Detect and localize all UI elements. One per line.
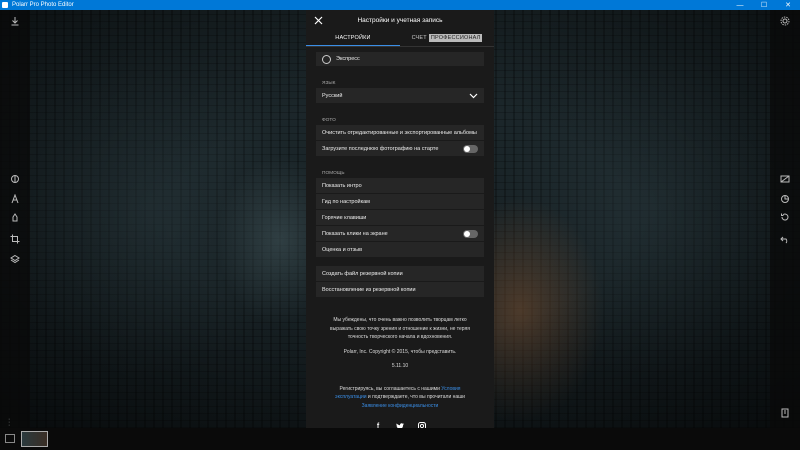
gallery-icon[interactable] [5, 434, 15, 443]
restore-backup-button[interactable]: Восстановление из резервной копии [316, 282, 484, 298]
window-title: Polarr Pro Photo Editor [12, 2, 74, 8]
right-toolbar [770, 10, 800, 428]
chevron-down-icon [468, 91, 478, 101]
photo-thumbnail[interactable] [21, 431, 48, 447]
close-window-button[interactable]: ✕ [776, 0, 800, 10]
maximize-button[interactable]: ☐ [752, 0, 776, 10]
load-last-photo-row: Загрузите последнюю фотографию на старте [316, 141, 484, 157]
more-options-icon[interactable]: · · · [8, 416, 12, 429]
close-icon[interactable] [312, 14, 324, 26]
settings-icon[interactable] [778, 14, 792, 28]
social-links: f [306, 422, 494, 428]
settings-panel: Настройки и учетная запись НАСТРОЙКИ СЧЕ… [306, 10, 494, 428]
app-icon [2, 2, 8, 8]
undo-icon[interactable] [778, 232, 792, 246]
tab-settings[interactable]: НАСТРОЙКИ [306, 30, 400, 46]
show-intro-button[interactable]: Показать интро [316, 178, 484, 194]
show-clicks-toggle[interactable] [463, 229, 478, 238]
download-icon[interactable] [8, 14, 22, 28]
reset-icon[interactable] [778, 192, 792, 206]
load-last-photo-toggle[interactable] [463, 144, 478, 153]
layers-icon[interactable] [8, 252, 22, 266]
instagram-icon[interactable] [418, 422, 426, 428]
about-text: Мы убеждены, что очень важно позволить т… [330, 317, 470, 340]
window-controls: — ☐ ✕ [728, 0, 800, 10]
tab-account[interactable]: СЧЕТ ПРОФЕССИОНАЛ [400, 30, 494, 46]
settings-guide-button[interactable]: Гид по настройкам [316, 194, 484, 210]
radio-icon[interactable] [322, 54, 331, 64]
copyright-text: Polarr, Inc. Copyright © 2015, чтобы пре… [343, 348, 457, 355]
express-option[interactable]: Экспресс [316, 52, 484, 67]
export-icon[interactable] [778, 406, 792, 420]
crop-icon[interactable] [8, 232, 22, 246]
rate-feedback-button[interactable]: Оценка и отзыв [316, 242, 484, 258]
twitter-icon[interactable] [396, 422, 404, 428]
language-section-label: ЯЗЫК [322, 81, 336, 86]
hotkeys-button[interactable]: Горячие клавиши [316, 210, 484, 226]
create-backup-button[interactable]: Создать файл резервной копии [316, 266, 484, 282]
pro-badge: ПРОФЕССИОНАЛ [428, 34, 483, 42]
version-text: 5.11.10 [391, 362, 409, 369]
facebook-icon[interactable]: f [374, 422, 382, 429]
compare-icon[interactable] [778, 172, 792, 186]
panel-header: Настройки и учетная запись [306, 10, 494, 30]
clear-albums-button[interactable]: Очистить отредактированные и экспортиров… [316, 125, 484, 141]
help-section-label: ПОМОЩЬ [322, 171, 345, 176]
panel-title: Настройки и учетная запись [357, 16, 443, 24]
text-icon[interactable] [8, 192, 22, 206]
privacy-link[interactable]: Заявление конфиденциальности [362, 403, 439, 409]
express-label: Экспресс [336, 56, 360, 62]
history-icon[interactable] [778, 210, 792, 224]
language-value: Русский [322, 92, 343, 99]
window-titlebar: Polarr Pro Photo Editor — ☐ ✕ [0, 0, 800, 10]
language-select[interactable]: Русский [316, 88, 484, 104]
retouch-icon[interactable] [8, 210, 22, 224]
minimize-button[interactable]: — [728, 0, 752, 10]
left-toolbar: · · · [0, 10, 30, 429]
filmstrip-bar [0, 428, 800, 450]
photo-section-label: ФОТО [322, 118, 336, 123]
show-clicks-row: Показать клики на экране [316, 226, 484, 242]
adjust-icon[interactable] [8, 172, 22, 186]
legal-text: Регистрируясь, вы соглашаетесь с нашими … [335, 385, 465, 409]
settings-tabs: НАСТРОЙКИ СЧЕТ ПРОФЕССИОНАЛ [306, 30, 494, 47]
